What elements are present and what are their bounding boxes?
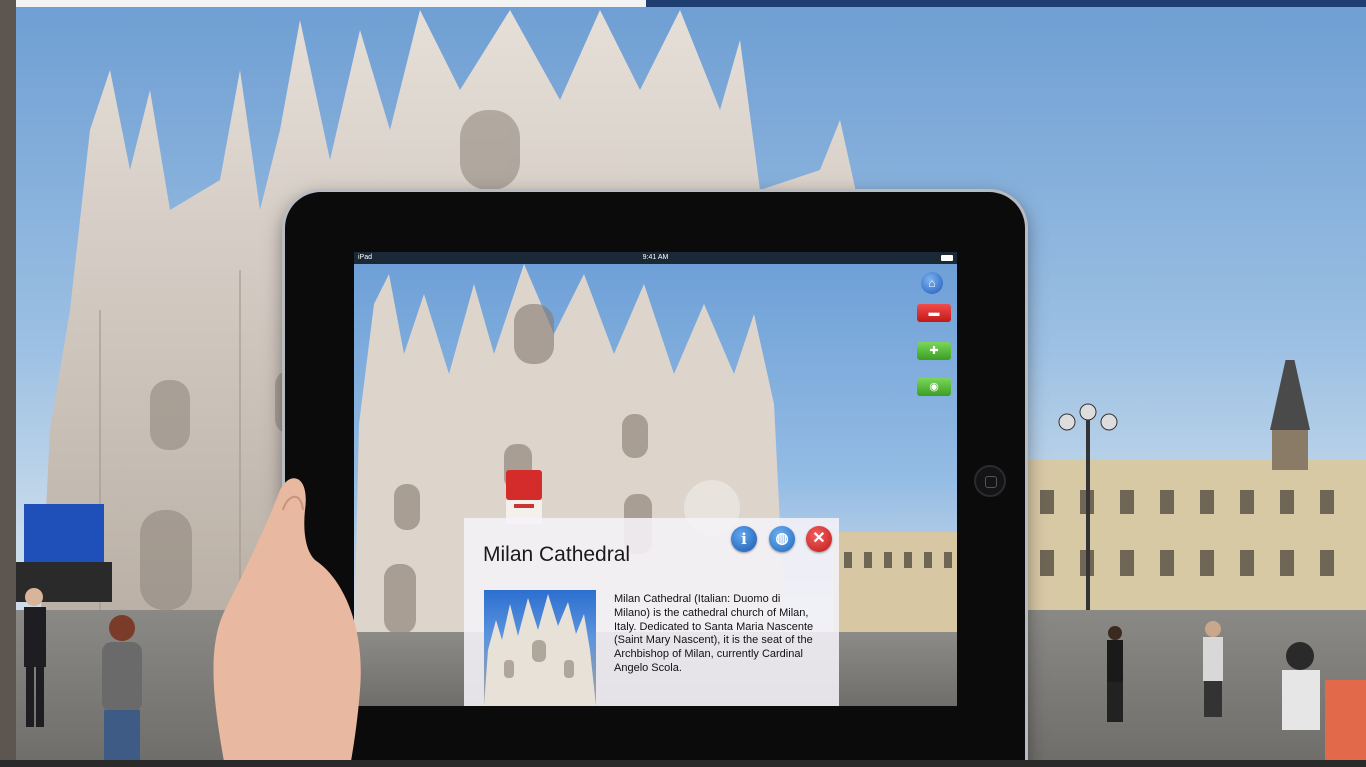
- tourist: [102, 615, 142, 767]
- close-icon[interactable]: ✕: [806, 526, 832, 552]
- restaurant-icon[interactable]: ✚: [917, 342, 951, 360]
- hotel-icon[interactable]: ▬: [917, 304, 951, 322]
- frame-top-dark: [646, 0, 1366, 7]
- pedestrian: [1203, 621, 1223, 717]
- globe-icon[interactable]: ◍: [769, 526, 795, 552]
- ios-status-bar: iPad 9:41 AM: [354, 252, 957, 264]
- camera-icon[interactable]: ◉: [917, 378, 951, 396]
- frame-top-light: [16, 0, 646, 7]
- frame-left-edge: [0, 0, 16, 767]
- home-icon[interactable]: ⌂: [921, 272, 943, 294]
- pedestrian: [1107, 626, 1123, 722]
- thumbnail-image: [484, 594, 596, 706]
- billboard: [24, 504, 104, 562]
- card-title: Milan Cathedral: [483, 543, 631, 566]
- street-lamp: [1058, 403, 1118, 620]
- hand: [213, 478, 361, 767]
- cathedral-thumbnail: [484, 590, 596, 706]
- status-time: 9:41 AM: [642, 254, 669, 261]
- pedestrian: [1282, 642, 1366, 767]
- card-description: Milan Cathedral (Italian: Duomo di Milan…: [614, 593, 814, 674]
- info-icon[interactable]: i: [731, 526, 757, 552]
- battery-icon: [941, 255, 953, 261]
- home-button[interactable]: [974, 465, 1006, 497]
- frame-bottom-edge: [0, 760, 1366, 767]
- pedestrian: [24, 588, 46, 727]
- poi-info-card: Milan Cathedral i ◍ ✕ Milan Cathedral (I…: [464, 518, 839, 706]
- buildings-on-screen: [834, 532, 957, 632]
